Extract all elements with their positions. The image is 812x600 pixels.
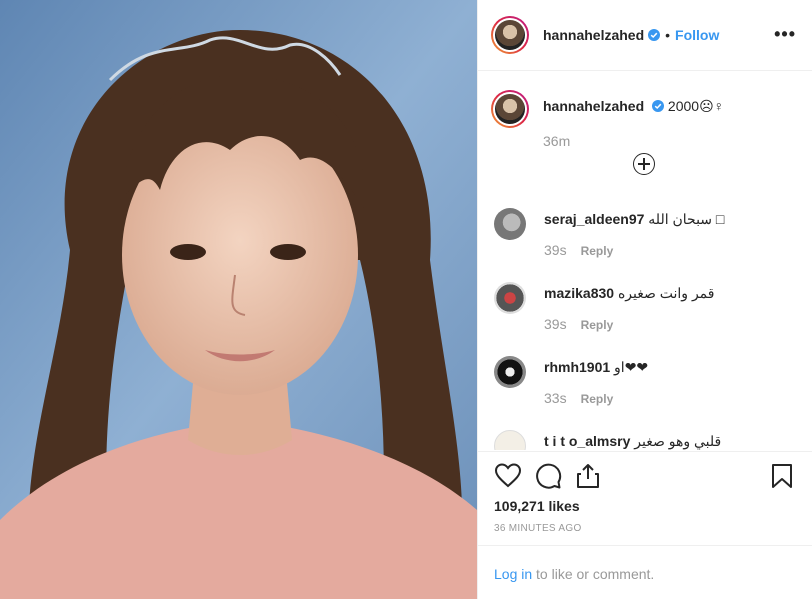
instagram-post: hannahelzahed • Follow ••• hannahelzahed…	[0, 0, 812, 599]
action-icons	[494, 462, 796, 490]
separator-dot: •	[665, 27, 671, 43]
comment-icon[interactable]	[534, 462, 562, 490]
comment-time[interactable]: 39s	[544, 316, 567, 332]
caption-text: 2000☹︎♀	[667, 98, 725, 114]
commenter-avatar[interactable]	[494, 356, 526, 388]
post-header: hannahelzahed • Follow •••	[478, 0, 812, 71]
commenter-avatar[interactable]	[494, 282, 526, 314]
login-rest: to like or comment.	[532, 566, 655, 582]
comment-username[interactable]: rhmh1901	[544, 359, 610, 375]
author-avatar[interactable]	[491, 16, 529, 54]
post-photo[interactable]	[0, 0, 477, 599]
comment-text: قمر وانت صغيره	[617, 285, 715, 301]
bookmark-icon[interactable]	[768, 462, 796, 490]
more-icon[interactable]: •••	[774, 24, 796, 45]
comment-text: سبحان الله □	[648, 211, 725, 227]
comment-username[interactable]: mazika830	[544, 285, 614, 301]
caption-time[interactable]: 36m	[543, 133, 724, 149]
follow-button[interactable]: Follow	[675, 27, 719, 43]
reply-button[interactable]: Reply	[581, 392, 614, 406]
comments-list[interactable]: hannahelzahed 2000☹︎♀ 36m seraj_aldeen97…	[478, 72, 812, 450]
reply-button[interactable]: Reply	[581, 318, 614, 332]
share-icon[interactable]	[574, 462, 602, 490]
caption-avatar[interactable]	[491, 90, 529, 128]
reply-button[interactable]: Reply	[581, 244, 614, 258]
comment-item: mazika830 قمر وانت صغيره 39s Reply	[494, 282, 714, 332]
add-comment-icon[interactable]	[633, 153, 655, 175]
actions-section: 109,271 likes 36 MINUTES AGO	[478, 451, 812, 546]
author-username[interactable]: hannahelzahed	[543, 27, 644, 43]
comment-username[interactable]: t i t o_almsry	[544, 433, 630, 449]
caption-username[interactable]: hannahelzahed	[543, 98, 644, 114]
heart-icon[interactable]	[494, 462, 522, 490]
comment-text: قلبي وهو صغير	[634, 433, 722, 449]
login-link[interactable]: Log in	[494, 566, 532, 582]
comment-item: rhmh1901 او❤❤ 33s Reply	[494, 356, 648, 406]
portrait-illustration	[0, 0, 477, 599]
comment-item: t i t o_almsry قلبي وهو صغير	[494, 430, 721, 450]
likes-count[interactable]: 109,271 likes	[494, 498, 580, 514]
comment-time[interactable]: 33s	[544, 390, 567, 406]
verified-icon	[648, 29, 661, 41]
comment-username[interactable]: seraj_aldeen97	[544, 211, 644, 227]
commenter-avatar[interactable]	[494, 208, 526, 240]
post-timestamp[interactable]: 36 MINUTES AGO	[494, 523, 582, 534]
comment-item: seraj_aldeen97 سبحان الله □ 39s Reply	[494, 208, 724, 258]
commenter-avatar[interactable]	[494, 430, 526, 450]
verified-icon	[652, 100, 665, 112]
post-sidebar: hannahelzahed • Follow ••• hannahelzahed…	[477, 0, 812, 599]
comment-text: او❤❤	[614, 359, 649, 375]
caption: hannahelzahed 2000☹︎♀ 36m	[491, 90, 724, 149]
login-prompt: Log in to like or comment.	[478, 545, 812, 600]
comment-time[interactable]: 39s	[544, 242, 567, 258]
